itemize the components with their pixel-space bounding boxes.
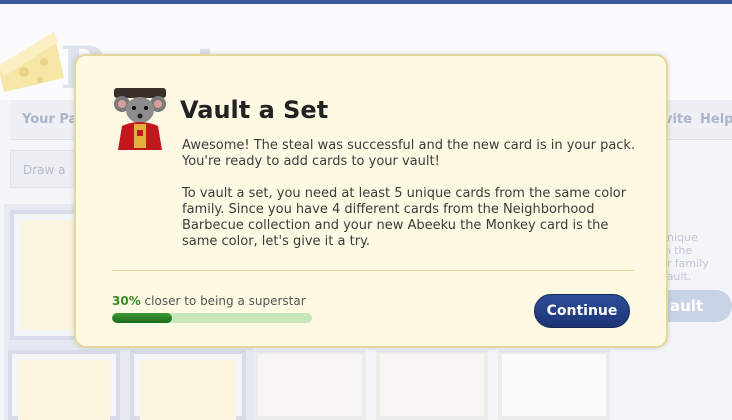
dialog-body: Awesome! The steal was successful and th… [182,138,642,266]
draw-tab-label: Draw a [23,163,66,177]
mouse-mascot-icon [114,88,166,150]
progress-fill [112,313,172,323]
card-slot[interactable] [498,350,610,420]
nav-invite[interactable]: vite [664,112,692,127]
dialog-paragraph: Awesome! The steal was successful and th… [182,138,636,169]
dialog-title: Vault a Set [180,96,329,124]
vault-set-dialog: Vault a Set Awesome! The steal was succe… [74,54,668,348]
progress-label: 30% closer to being a superstar [112,294,306,308]
card-slot[interactable] [130,350,246,420]
dialog-paragraph: To vault a set, you need at least 5 uniq… [182,186,627,249]
progress-bar [112,313,312,323]
divider [112,270,634,271]
card-slot[interactable] [254,350,366,420]
progress-text: closer to being a superstar [140,294,306,308]
nav-help[interactable]: Help [700,112,732,127]
card-slot[interactable] [8,350,120,420]
cheese-icon [0,32,64,92]
progress-percent: 30% [112,294,141,308]
card-slot[interactable] [376,350,488,420]
continue-button[interactable]: Continue [534,294,630,328]
